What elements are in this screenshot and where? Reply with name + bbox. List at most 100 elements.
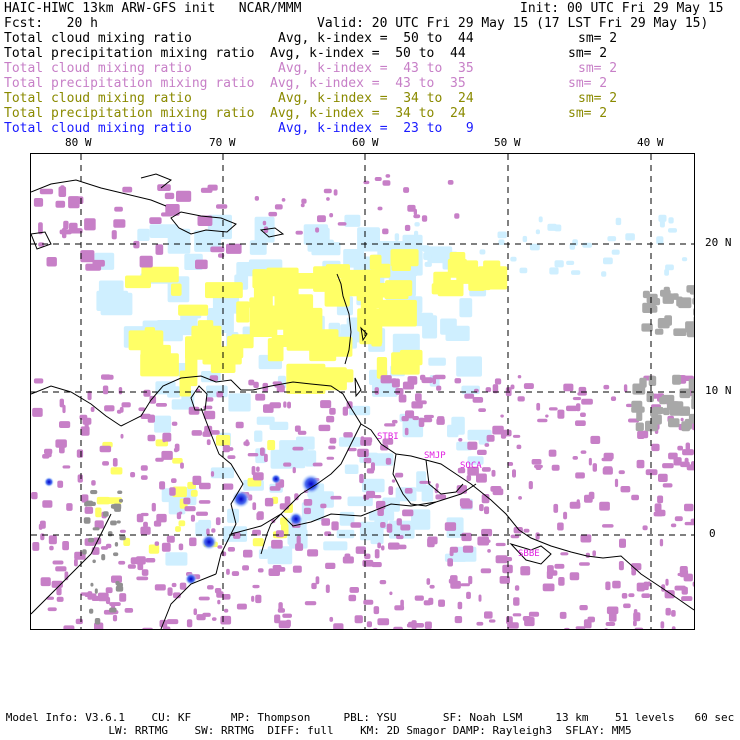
upper-level-patch <box>447 180 454 185</box>
upper-level-patch <box>161 212 173 217</box>
upper-level-patch <box>402 509 414 517</box>
upper-level-patch <box>366 621 372 628</box>
upper-level-patch <box>382 228 389 235</box>
upper-level-patch <box>507 622 519 629</box>
cloud-light-patch <box>445 325 470 341</box>
field-name: Total precipitation mixing ratio <box>4 76 255 91</box>
upper-level-patch <box>435 494 447 500</box>
upper-level-patch <box>462 545 474 553</box>
field-name: Total precipitation mixing ratio <box>4 106 255 121</box>
upper-level-patch <box>84 218 96 231</box>
mid-level-patch <box>178 304 209 316</box>
upper-level-patch <box>468 575 473 585</box>
cloud-light-patch <box>423 252 432 260</box>
upper-level-patch <box>682 449 694 456</box>
cloud-light-patch <box>479 249 486 255</box>
upper-level-patch <box>373 627 378 634</box>
upper-level-patch <box>362 559 374 567</box>
upper-level-patch <box>31 492 38 500</box>
upper-level-patch <box>52 560 64 565</box>
upper-level-patch <box>140 465 148 471</box>
cloud-light-patch <box>323 541 348 551</box>
upper-level-patch <box>457 601 463 610</box>
grey-cloud-patch <box>654 328 664 335</box>
cloud-light-patch <box>522 235 528 243</box>
upper-level-patch <box>683 573 693 582</box>
upper-level-patch <box>428 597 434 605</box>
upper-level-patch <box>323 188 332 194</box>
field-smoothing: sm= 2 <box>568 46 608 61</box>
mid-level-patch <box>319 367 347 391</box>
mid-level-patch <box>449 252 466 273</box>
upper-level-patch <box>147 434 156 442</box>
upper-level-patch <box>222 594 231 600</box>
upper-level-patch <box>329 407 336 415</box>
field-smoothing: sm= 2 <box>568 76 608 91</box>
upper-level-patch <box>612 580 621 589</box>
upper-level-patch <box>284 496 291 505</box>
upper-level-patch <box>537 418 548 423</box>
mid-level-patch <box>477 266 508 290</box>
grey-cloud-patch <box>101 554 106 561</box>
cloud-light-patch <box>414 230 419 239</box>
upper-level-patch <box>46 449 52 458</box>
upper-level-patch <box>662 463 674 469</box>
upper-level-patch <box>492 425 504 435</box>
upper-level-patch <box>311 582 317 590</box>
upper-level-patch <box>377 206 383 211</box>
field-k-index: Avg, k-index = 34 to 24 <box>270 106 466 121</box>
upper-level-patch <box>118 560 126 565</box>
grey-cloud-patch <box>642 302 654 313</box>
upper-level-patch <box>517 375 522 379</box>
convective-core <box>201 534 217 550</box>
cloud-light-patch <box>571 270 581 275</box>
upper-level-patch <box>402 381 415 390</box>
upper-level-patch <box>514 585 520 591</box>
upper-level-patch <box>486 434 495 442</box>
upper-level-patch <box>560 552 569 556</box>
upper-level-patch <box>76 449 84 458</box>
upper-level-patch <box>342 406 348 416</box>
upper-level-patch <box>226 243 242 254</box>
grey-cloud-patch <box>678 406 690 416</box>
upper-level-patch <box>315 576 320 585</box>
upper-level-patch <box>264 453 268 463</box>
plot-title: HAIC-HIWC 13km ARW-GFS init NCAR/MMM <box>4 1 302 16</box>
upper-level-patch <box>396 535 404 540</box>
cloud-light-patch <box>459 298 473 318</box>
station-sbbe: SBBE <box>518 549 540 559</box>
upper-level-patch <box>414 595 424 601</box>
upper-level-patch <box>614 478 619 488</box>
upper-level-patch <box>307 549 319 557</box>
upper-level-patch <box>75 618 83 625</box>
upper-level-patch <box>68 196 80 209</box>
upper-level-patch <box>359 473 364 484</box>
upper-level-patch <box>127 564 136 569</box>
cloud-light-patch <box>659 220 665 228</box>
upper-level-patch <box>55 566 67 572</box>
upper-level-patch <box>91 480 96 486</box>
upper-level-patch <box>252 584 260 589</box>
upper-level-patch <box>348 594 357 602</box>
upper-level-patch <box>528 481 533 490</box>
upper-level-patch <box>653 511 663 517</box>
mid-level-patch <box>128 330 164 351</box>
upper-level-patch <box>285 619 291 628</box>
upper-level-patch <box>512 469 516 478</box>
upper-level-patch <box>548 449 557 457</box>
mid-level-patch <box>236 301 250 323</box>
grey-cloud-patch <box>666 401 680 410</box>
upper-level-patch <box>166 535 175 543</box>
mid-level-patch <box>281 286 298 317</box>
upper-level-patch <box>444 522 457 531</box>
upper-level-patch <box>268 211 278 217</box>
upper-level-patch <box>518 496 522 500</box>
upper-level-patch <box>320 503 327 509</box>
upper-level-patch <box>427 536 438 545</box>
upper-level-patch <box>436 385 442 391</box>
upper-level-patch <box>554 563 565 569</box>
lon-label-40w: 40 W <box>637 136 664 149</box>
mid-level-patch <box>267 440 276 451</box>
upper-level-patch <box>458 438 463 442</box>
mid-level-patch <box>140 353 179 377</box>
